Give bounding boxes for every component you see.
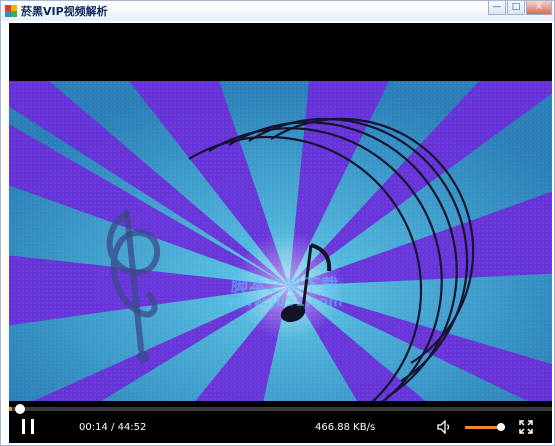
speaker-icon[interactable] [437, 420, 453, 434]
pause-icon [22, 419, 25, 434]
download-speed: 466.88 KB/s [315, 422, 376, 433]
pause-icon [31, 419, 34, 434]
close-button[interactable]: X [526, 1, 552, 15]
window-controls: — □ X [487, 1, 552, 15]
fullscreen-icon[interactable] [519, 420, 533, 434]
current-time: 00:14 [79, 422, 108, 433]
maximize-button[interactable]: □ [507, 1, 525, 15]
total-time: 44:52 [117, 422, 147, 433]
time-separator: / [111, 422, 115, 433]
player-window: 菸黑VIP视频解析 — □ X 脚本之家下载 www.jb51.com 00:1… [0, 0, 555, 446]
app-icon [5, 5, 17, 17]
seek-bar[interactable] [9, 404, 552, 414]
time-display: 00:14 / 44:52 [79, 422, 146, 433]
window-title: 菸黑VIP视频解析 [21, 5, 108, 18]
volume-level [465, 426, 501, 429]
title-bar[interactable]: 菸黑VIP视频解析 — □ X [1, 1, 554, 21]
seek-progress [9, 407, 12, 411]
volume-handle[interactable] [497, 423, 505, 431]
control-bar: 00:14 / 44:52 466.88 KB/s [9, 401, 552, 443]
pause-button[interactable] [21, 419, 35, 435]
video-content [9, 81, 552, 411]
video-player[interactable]: 脚本之家下载 www.jb51.com 00:14 / 44:52 466.88… [9, 23, 552, 443]
video-frame[interactable]: 脚本之家下载 www.jb51.com [9, 81, 552, 411]
volume-slider[interactable] [465, 423, 505, 431]
minimize-button[interactable]: — [488, 1, 506, 15]
seek-handle[interactable] [14, 404, 25, 414]
